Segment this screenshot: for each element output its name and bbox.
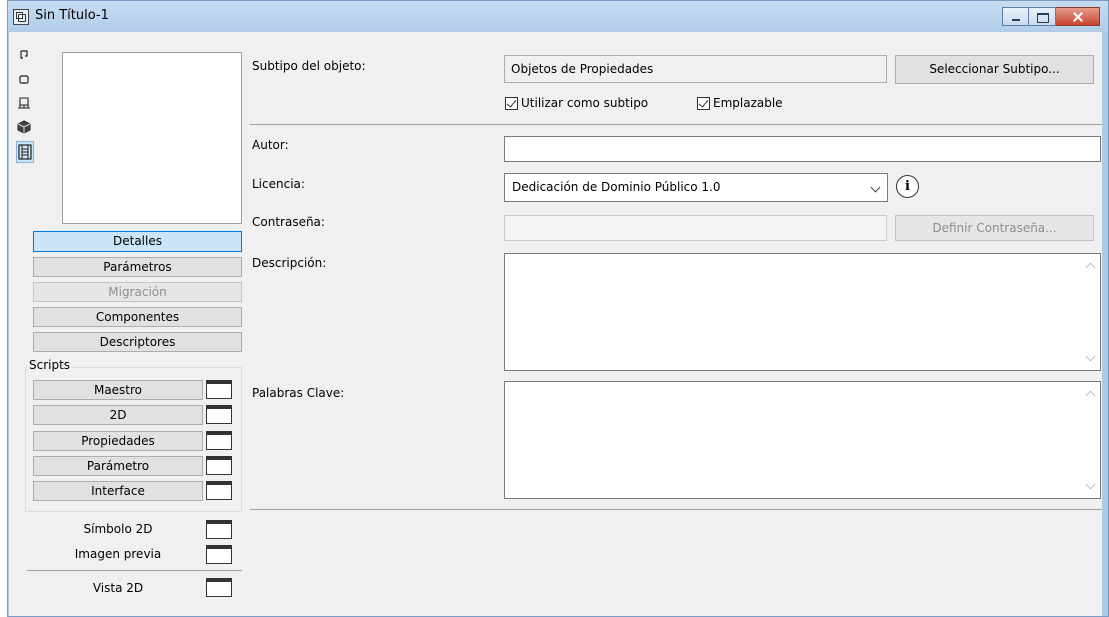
emplazable-label: Emplazable [713, 96, 783, 110]
window-title: Sin Título-1 [35, 8, 109, 23]
subtipo-value: Objetos de Propiedades [504, 55, 887, 83]
script-2d-window-icon[interactable] [206, 405, 232, 424]
licencia-select[interactable]: Dedicación de Dominio Público 1.0 [504, 173, 888, 202]
imagen-previa-label: Imagen previa [74, 547, 162, 561]
form-divider-top [250, 124, 1102, 125]
imagen-previa-window-icon[interactable] [206, 545, 232, 564]
script-parametro-button[interactable]: Parámetro [33, 456, 203, 476]
contrasena-input [504, 215, 887, 241]
vista-2d-label: Vista 2D [92, 581, 144, 595]
scroll-up-icon[interactable] [1085, 390, 1096, 401]
close-button[interactable] [1056, 7, 1100, 26]
window-controls [1002, 7, 1100, 26]
subtipo-label: Subtipo del objeto: [252, 59, 366, 73]
scroll-down-icon[interactable] [1085, 351, 1096, 362]
script-maestro-window-icon[interactable] [206, 380, 232, 399]
script-2d-button[interactable]: 2D [33, 405, 203, 425]
palabras-clave-textarea[interactable] [504, 381, 1101, 499]
film-icon[interactable] [16, 141, 34, 163]
utilizar-como-subtipo-checkbox[interactable]: Utilizar como subtipo [505, 96, 648, 110]
scroll-up-icon[interactable] [1085, 262, 1096, 273]
tab-migracion: Migración [33, 282, 242, 302]
autor-input[interactable] [504, 136, 1101, 162]
descripcion-textarea[interactable] [504, 253, 1101, 371]
cube-icon[interactable] [17, 120, 31, 134]
rect-icon[interactable] [17, 72, 31, 86]
palabras-clave-label: Palabras Clave: [252, 386, 345, 400]
simbolo-2d-window-icon[interactable] [206, 520, 232, 539]
licencia-label: Licencia: [252, 177, 305, 191]
tab-descriptores[interactable]: Descriptores [33, 332, 242, 352]
script-interface-window-icon[interactable] [206, 481, 232, 500]
minimize-button[interactable] [1002, 7, 1029, 26]
script-propiedades-window-icon[interactable] [206, 431, 232, 450]
licencia-selected-value: Dedicación de Dominio Público 1.0 [512, 180, 721, 194]
utilizar-como-subtipo-label: Utilizar como subtipo [521, 96, 649, 110]
maximize-button[interactable] [1029, 7, 1056, 26]
divider [27, 570, 242, 571]
app-icon [13, 9, 29, 25]
preview-area [62, 52, 242, 224]
tab-parametros[interactable]: Parámetros [33, 257, 242, 277]
window: Sin Título-1 Detalles Parámetros Migraci… [7, 0, 1109, 617]
definir-contrasena-button: Definir Contraseña... [895, 215, 1094, 241]
emplazable-checkbox[interactable]: Emplazable [697, 96, 783, 110]
scroll-down-icon[interactable] [1085, 479, 1096, 490]
tab-detalles[interactable]: Detalles [33, 231, 242, 252]
contrasena-label: Contraseña: [252, 215, 325, 229]
script-maestro-button[interactable]: Maestro [33, 380, 203, 400]
autor-label: Autor: [252, 138, 289, 152]
chevron-down-icon [870, 182, 881, 193]
descripcion-label: Descripción: [252, 256, 327, 270]
checkbox-checked-icon [697, 96, 710, 110]
tab-componentes[interactable]: Componentes [33, 307, 242, 327]
form-divider-bottom [250, 509, 1102, 510]
script-propiedades-button[interactable]: Propiedades [33, 431, 203, 451]
stamp-icon[interactable] [17, 96, 31, 110]
script-parametro-window-icon[interactable] [206, 456, 232, 475]
dialog-body: Detalles Parámetros Migración Componente… [9, 32, 1102, 616]
script-interface-button[interactable]: Interface [33, 481, 203, 501]
simbolo-2d-label: Símbolo 2D [83, 522, 153, 536]
scripts-label: Scripts [27, 358, 73, 372]
info-icon[interactable]: i [896, 175, 919, 198]
title-bar[interactable]: Sin Título-1 [8, 1, 1108, 31]
checkbox-checked-icon [505, 96, 518, 110]
vista-2d-window-icon[interactable] [206, 578, 232, 597]
pointer-icon[interactable] [17, 48, 31, 62]
seleccionar-subtipo-button[interactable]: Seleccionar Subtipo... [895, 55, 1094, 84]
